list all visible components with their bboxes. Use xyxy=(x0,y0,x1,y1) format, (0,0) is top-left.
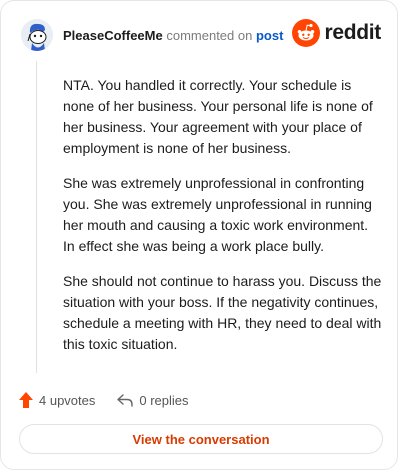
comment-paragraph: NTA. You handled it correctly. Your sche… xyxy=(63,77,373,156)
post-link[interactable]: post xyxy=(256,28,283,43)
upvote-count: 4 upvotes xyxy=(39,392,96,408)
snoo-avatar-icon xyxy=(21,19,53,51)
comment-body: NTA. You handled it correctly. Your sche… xyxy=(63,75,383,369)
reddit-comment-card: PleaseCoffeeMe commented on post reddit … xyxy=(0,0,398,470)
comment-paragraph: She should not continue to harass you. D… xyxy=(63,273,382,352)
comment-header: PleaseCoffeeMe commented on post reddit xyxy=(21,17,381,53)
comment-byline: PleaseCoffeeMe commented on post xyxy=(63,28,283,43)
commented-on-text: commented on xyxy=(166,27,253,43)
reddit-logo[interactable]: reddit xyxy=(292,19,381,47)
comment-paragraph: She was extremely unprofessional in conf… xyxy=(63,175,372,254)
view-conversation-button[interactable]: View the conversation xyxy=(19,424,383,454)
reply-arrow-icon xyxy=(117,394,134,407)
author-name[interactable]: PleaseCoffeeMe xyxy=(63,28,163,43)
reddit-logo-icon xyxy=(292,19,321,47)
reply-count: 0 replies xyxy=(139,392,189,408)
thread-line xyxy=(36,61,37,373)
comment-footer: 4 upvotes 0 replies xyxy=(19,389,189,411)
avatar[interactable] xyxy=(21,19,53,51)
upvote-button[interactable]: 4 upvotes xyxy=(19,392,95,408)
reddit-wordmark: reddit xyxy=(324,21,381,44)
replies-button[interactable]: 0 replies xyxy=(117,392,189,408)
upvote-arrow-icon xyxy=(19,392,33,408)
